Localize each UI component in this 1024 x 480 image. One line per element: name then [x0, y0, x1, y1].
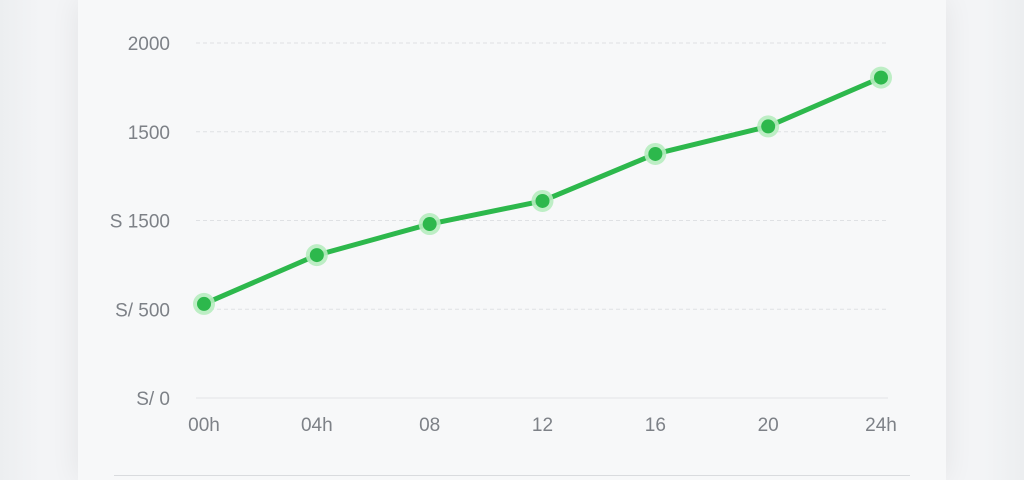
data-point[interactable] — [757, 115, 780, 138]
line-chart: S/ 0 S/ 500 S 1500 1500 2000 00h 04h 08 12 16 20 2… — [110, 34, 897, 436]
y-tick-label: 1500 — [128, 123, 170, 144]
data-point[interactable] — [644, 142, 667, 165]
x-tick-label: 20 — [758, 415, 779, 436]
data-point-marker — [535, 193, 550, 208]
data-point[interactable] — [193, 292, 215, 315]
data-point-marker — [309, 248, 324, 263]
card-divider — [114, 475, 910, 476]
chart-card: S/ 0 S/ 500 S 1500 1500 2000 00h 04h 08 12 16 20 2… — [78, 0, 946, 480]
x-tick-label: 16 — [645, 415, 666, 436]
data-point[interactable] — [531, 189, 554, 212]
x-axis-tick-labels: 00h 04h 08 12 16 20 24h — [188, 415, 897, 436]
data-point-marker — [422, 217, 437, 232]
y-tick-label: S 1500 — [110, 212, 170, 233]
data-point-marker — [648, 146, 663, 161]
x-tick-label: 04h — [301, 415, 333, 436]
y-tick-label: S/ 0 — [136, 389, 170, 410]
y-axis-tick-labels: S/ 0 S/ 500 S 1500 1500 2000 — [110, 34, 170, 410]
data-point-marker — [197, 296, 211, 311]
x-tick-label: 00h — [188, 415, 220, 436]
page: S/ 0 S/ 500 S 1500 1500 2000 00h 04h 08 12 16 20 2… — [0, 0, 1024, 480]
series — [193, 66, 892, 315]
data-point[interactable] — [418, 213, 441, 236]
x-tick-label: 08 — [419, 415, 440, 436]
gridlines — [196, 42, 888, 399]
data-point[interactable] — [305, 244, 328, 267]
data-point[interactable] — [870, 66, 892, 89]
x-tick-label: 12 — [532, 415, 553, 436]
x-tick-label: 24h — [865, 415, 897, 436]
y-tick-label: 2000 — [128, 34, 170, 55]
data-point-marker — [874, 70, 888, 85]
data-point-marker — [761, 119, 776, 134]
y-tick-label: S/ 500 — [115, 300, 170, 321]
